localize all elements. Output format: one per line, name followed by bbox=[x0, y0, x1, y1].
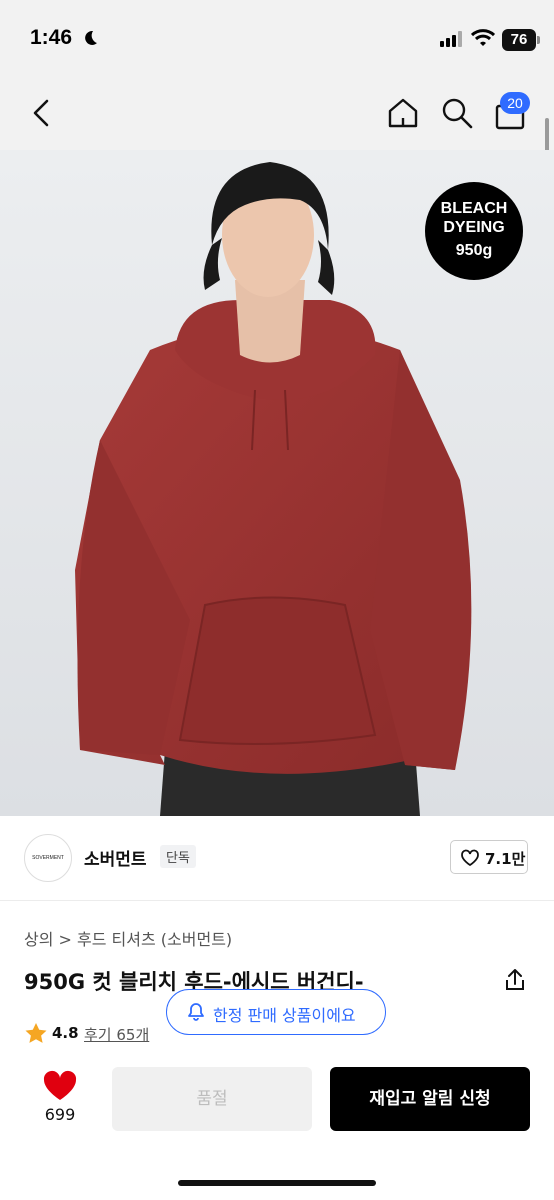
like-count: 699 bbox=[44, 1105, 76, 1124]
rating-value: 4.8 bbox=[52, 1024, 79, 1042]
brand-like-button[interactable]: 7.1만 bbox=[450, 840, 528, 874]
bleach-dyeing-badge: BLEACH DYEING 950g bbox=[425, 182, 523, 280]
status-time: 1:46 bbox=[30, 26, 73, 49]
home-icon[interactable] bbox=[386, 96, 420, 130]
back-icon[interactable] bbox=[30, 98, 54, 128]
soldout-button[interactable]: 품절 bbox=[112, 1067, 312, 1131]
badge-line2: DYEING bbox=[443, 219, 505, 236]
brand-like-count: 7.1만 bbox=[485, 850, 526, 868]
home-indicator bbox=[178, 1180, 376, 1186]
wifi-icon bbox=[471, 29, 495, 46]
review-link[interactable]: 후기 65개 bbox=[84, 1024, 149, 1045]
signal-icon bbox=[440, 31, 462, 47]
brand-name[interactable]: 소버먼트 bbox=[84, 845, 147, 870]
breadcrumb[interactable]: 상의 > 후드 티셔츠 (소버먼트) bbox=[24, 926, 232, 950]
moon-icon bbox=[85, 30, 97, 45]
badge-line1: BLEACH bbox=[440, 200, 508, 217]
badge-line3: 950g bbox=[455, 242, 493, 259]
battery-cap bbox=[537, 36, 540, 44]
battery-level: 76 bbox=[502, 29, 536, 51]
product-image[interactable]: BLEACH DYEING 950g bbox=[0, 150, 554, 816]
star-icon bbox=[25, 1023, 47, 1043]
top-nav bbox=[0, 80, 554, 150]
restock-alert-button[interactable]: 재입고 알림 신청 bbox=[330, 1067, 530, 1131]
exclusive-tag: 단독 bbox=[160, 845, 196, 868]
toast-label: 한정 판매 상품이에요 bbox=[213, 1006, 356, 1025]
search-icon[interactable] bbox=[440, 96, 474, 130]
cart-count-badge: 20 bbox=[500, 92, 530, 114]
heart-outline-icon bbox=[461, 849, 479, 867]
limited-sale-toast: 한정 판매 상품이에요 bbox=[166, 989, 386, 1035]
brand-logo[interactable]: SOVERMENT bbox=[24, 834, 72, 882]
heart-filled-icon[interactable] bbox=[42, 1070, 78, 1102]
status-bar: 1:46 76 bbox=[0, 0, 554, 80]
bell-icon bbox=[188, 1003, 204, 1021]
share-icon[interactable] bbox=[504, 968, 526, 992]
